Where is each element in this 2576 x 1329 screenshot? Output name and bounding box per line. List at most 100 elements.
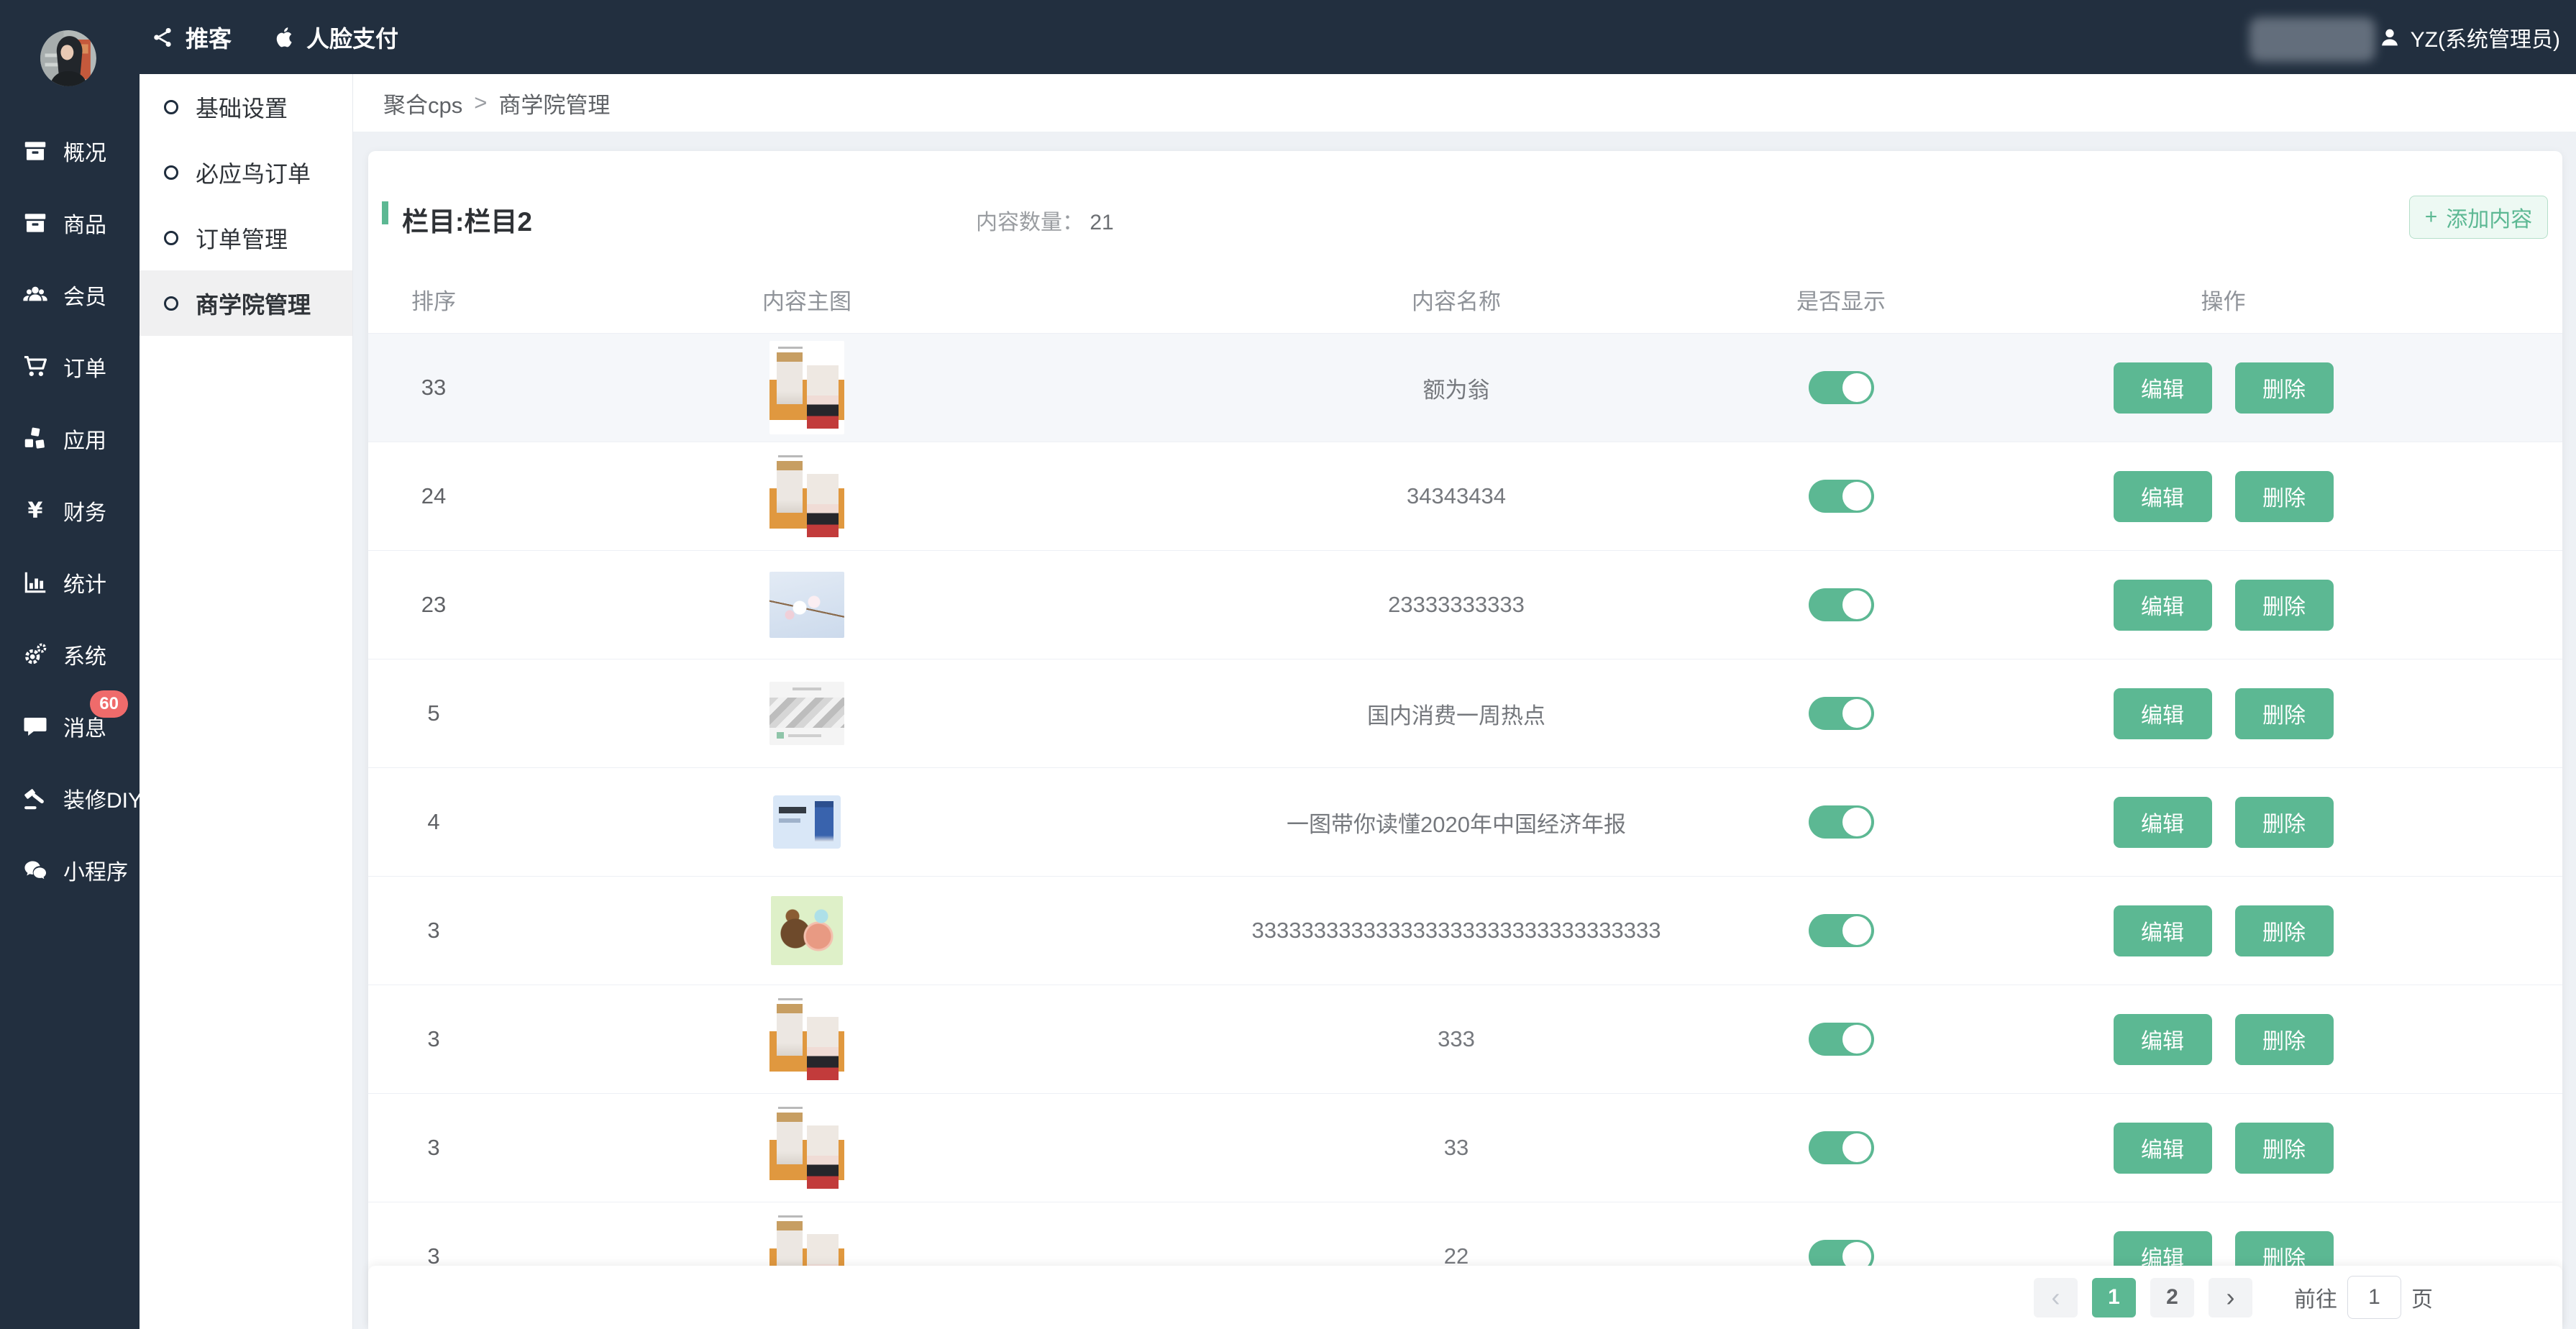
members-users-icon [22,281,49,309]
column-header-ops: 操作 [1884,283,2562,316]
content-thumbnail-fashion-collage [769,341,844,434]
content-card: 栏目:栏目2 内容数量： 21 + 添加内容 排序 内容主图 内容名称 是否显示… [368,151,2562,1329]
current-user[interactable]: YZ(系统管理员) [2378,22,2560,53]
visibility-toggle[interactable] [1809,1131,1874,1164]
content-count-label: 内容数量： [976,211,1084,234]
edit-button[interactable]: 编辑 [2114,580,2212,631]
nav-item-tuike[interactable]: 推客 [151,21,232,54]
column-header-name: 内容名称 [1115,283,1798,316]
prev-page-button[interactable]: ‹ [2034,1278,2078,1317]
edit-button[interactable]: 编辑 [2114,1123,2212,1174]
title-accent-bar [382,201,388,224]
add-content-label: 添加内容 [2446,201,2532,233]
table-header: 排序 内容主图 内容名称 是否显示 操作 [368,265,2562,334]
delete-button[interactable]: 删除 [2235,471,2334,522]
sidebar-item-系统[interactable]: 系统 [0,618,140,690]
sidebar-item-会员[interactable]: 会员 [0,259,140,331]
table-row: 3 333 编辑 删除 [368,985,2562,1094]
sidebar-item-财务[interactable]: ¥ 财务 [0,475,140,547]
user-avatar[interactable] [40,30,96,86]
sidebar-item-label: 系统 [63,639,106,670]
submenu-item-label: 订单管理 [196,221,288,255]
table-row: 5 国内消费一周热点 编辑 删除 [368,659,2562,768]
plus-icon: + [2425,205,2438,229]
page-button-1[interactable]: 1 [2092,1278,2136,1317]
content-thumbnail-green-cartoon [771,896,843,965]
sort-value: 3 [368,918,499,944]
delete-button[interactable]: 删除 [2235,580,2334,631]
submenu-item-商学院管理[interactable]: 商学院管理 [140,270,352,336]
content-name: 一图带你读懂2020年中国经济年报 [1115,806,1798,839]
edit-button[interactable]: 编辑 [2114,688,2212,739]
breadcrumb-separator: > [474,90,487,116]
sidebar-item-装修DIY[interactable]: 装修DIY [0,762,140,834]
next-page-button[interactable]: › [2209,1278,2252,1317]
notification-badge: 60 [90,690,128,718]
table-row: 4 一图带你读懂2020年中国经济年报 编辑 删除 [368,768,2562,877]
sidebar-item-订单[interactable]: 订单 [0,331,140,403]
goto-label: 前往 [2294,1282,2337,1313]
sidebar-item-小程序[interactable]: 小程序 [0,834,140,906]
delete-button[interactable]: 删除 [2235,362,2334,414]
edit-button[interactable]: 编辑 [2114,1014,2212,1065]
sidebar-item-label: 统计 [63,567,106,598]
visibility-toggle[interactable] [1809,697,1874,730]
nav-item-label: 推客 [186,21,232,54]
sort-value: 33 [368,375,499,401]
delete-button[interactable]: 删除 [2235,797,2334,848]
sort-value: 4 [368,809,499,835]
sidebar-item-label: 会员 [63,279,106,311]
visibility-toggle[interactable] [1809,371,1874,404]
column-header-thumb: 内容主图 [499,283,1115,316]
submenu-item-label: 基础设置 [196,91,288,124]
edit-button[interactable]: 编辑 [2114,797,2212,848]
submenu-item-label: 必应鸟订单 [196,156,311,189]
page-button-2[interactable]: 2 [2150,1278,2194,1317]
content-name: 33 [1115,1135,1798,1161]
delete-button[interactable]: 删除 [2235,1014,2334,1065]
sidebar-item-应用[interactable]: 应用 [0,403,140,475]
topbar-nav: 推客 人脸支付 [151,0,398,74]
goto-page-input[interactable] [2347,1276,2401,1319]
sidebar-item-商品[interactable]: 商品 [0,187,140,259]
sidebar-item-概况[interactable]: 概况 [0,115,140,187]
add-content-button[interactable]: + 添加内容 [2409,196,2548,239]
visibility-toggle[interactable] [1809,805,1874,839]
nav-item-face-pay[interactable]: 人脸支付 [272,21,398,54]
breadcrumb-root[interactable]: 聚合cps [383,87,462,119]
circle-bullet-icon [164,100,178,114]
circle-bullet-icon [164,296,178,311]
main-sidebar: 概况 商品 会员 订单 应用 ¥ 财务 统计 系统 消息 [0,0,140,1329]
content-name: 333 [1115,1026,1798,1052]
top-bar: 推客 人脸支付 YZ(系统管理员) [0,0,2576,74]
content-thumbnail-fashion-collage [769,449,844,543]
miniprogram-wechat-icon [22,857,49,884]
edit-button[interactable]: 编辑 [2114,362,2212,414]
edit-button[interactable]: 编辑 [2114,471,2212,522]
visibility-toggle[interactable] [1809,588,1874,621]
sidebar-item-消息[interactable]: 消息 60 [0,690,140,762]
delete-button[interactable]: 删除 [2235,1123,2334,1174]
user-name: YZ(系统管理员) [2411,22,2560,53]
sidebar-item-label: 商品 [63,207,106,239]
visibility-toggle[interactable] [1809,480,1874,513]
visibility-toggle[interactable] [1809,1023,1874,1056]
submenu-item-订单管理[interactable]: 订单管理 [140,205,352,270]
content-name: 34343434 [1115,483,1798,509]
submenu-item-必应鸟订单[interactable]: 必应鸟订单 [140,140,352,205]
edit-button[interactable]: 编辑 [2114,905,2212,956]
goto-unit-label: 页 [2411,1282,2433,1313]
circle-bullet-icon [164,231,178,245]
delete-button[interactable]: 删除 [2235,905,2334,956]
decorate-gavel-icon [22,785,49,812]
delete-button[interactable]: 删除 [2235,688,2334,739]
table-row: 23 23333333333 编辑 删除 [368,551,2562,659]
sidebar-item-label: 概况 [63,135,106,167]
visibility-toggle[interactable] [1809,914,1874,947]
content-name: 23333333333 [1115,592,1798,618]
content-thumbnail-phone-promo [773,795,841,849]
sidebar-item-label: 订单 [63,351,106,383]
column-header-sort: 排序 [368,283,499,316]
sidebar-item-统计[interactable]: 统计 [0,547,140,618]
submenu-item-基础设置[interactable]: 基础设置 [140,74,352,140]
